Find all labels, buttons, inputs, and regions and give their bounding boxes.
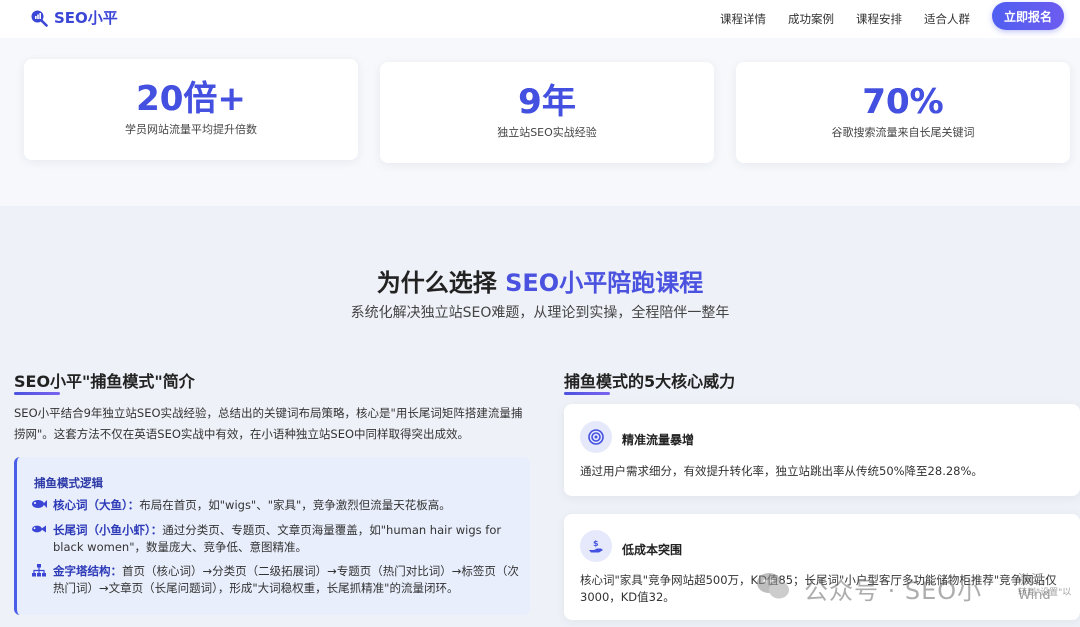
heading-underline — [14, 392, 60, 395]
logic-term: 核心词（大鱼）： — [53, 498, 140, 512]
core-power-heading: 捕鱼模式的5大核心威力 — [564, 372, 736, 391]
watermark-text: 公众号 · SEO小 — [804, 577, 983, 605]
nav-target-audience[interactable]: 适合人群 — [924, 11, 970, 27]
stat-card-longtail: 70% 谷歌搜索流量来自长尾关键词 — [736, 62, 1070, 163]
heading-underline — [564, 392, 610, 395]
stat-card-traffic: 20倍+ 学员网站流量平均提升倍数 — [24, 59, 358, 160]
section-title-highlight: SEO小平陪跑课程 — [505, 269, 704, 297]
fishing-logic-box: 捕鱼模式逻辑 核心词（大鱼）：布局在首页，如"wigs"、"家具"，竞争激烈但流… — [14, 457, 530, 615]
logic-title: 捕鱼模式逻辑 — [34, 476, 103, 490]
stats-section: 20倍+ 学员网站流量平均提升倍数 9年 独立站SEO实战经验 70% 谷歌搜索… — [0, 38, 1080, 206]
brand-name: SEO小平 — [54, 9, 118, 27]
search-chart-icon — [30, 9, 48, 27]
nav-course-schedule[interactable]: 课程安排 — [856, 11, 902, 27]
stat-value: 20倍+ — [24, 79, 358, 119]
logic-text: 首页（核心词）→分类页（二级拓展词）→专题页（热门对比词）→标签页（次热门词）→… — [53, 564, 519, 595]
power-card-precise-traffic: 精准流量暴增 通过用户需求细分，有效提升转化率，独立站跳出率从传统50%降至28… — [564, 404, 1080, 496]
section-title-prefix: 为什么选择 — [376, 269, 506, 297]
wechat-logo-icon — [756, 571, 790, 601]
logic-text: 布局在首页，如"wigs"、"家具"，竞争激烈但流量天花板高。 — [139, 498, 451, 512]
stat-value: 70% — [736, 82, 1070, 122]
logic-term: 金字塔结构： — [53, 564, 122, 578]
fish-icon — [31, 498, 47, 512]
nav-success-cases[interactable]: 成功案例 — [788, 11, 834, 27]
fishing-mode-heading: SEO小平"捕鱼模式"简介 — [14, 372, 195, 391]
stat-label: 独立站SEO实战经验 — [497, 126, 597, 139]
main-nav: 课程详情 成功案例 课程安排 适合人群 — [698, 0, 970, 38]
power-title: 低成本突围 — [622, 543, 683, 557]
logic-row-pyramid: 金字塔结构：首页（核心词）→分类页（二级拓展词）→专题页（热门对比词）→标签页（… — [31, 563, 521, 597]
shrimp-icon — [31, 523, 47, 537]
stat-label: 谷歌搜索流量来自长尾关键词 — [831, 126, 975, 139]
power-desc: 通过用户需求细分，有效提升转化率，独立站跳出率从传统50%降至28.28%。 — [580, 464, 983, 478]
stat-card-experience: 9年 独立站SEO实战经验 — [380, 62, 714, 163]
section-title: 为什么选择 SEO小平陪跑课程 — [0, 263, 1080, 298]
activate-windows-subtext: 转到"设置"以 — [1018, 588, 1072, 598]
enroll-button[interactable]: 立即报名 — [992, 2, 1064, 30]
logic-row-core: 核心词（大鱼）：布局在首页，如"wigs"、"家具"，竞争激烈但流量天花板高。 — [31, 497, 521, 514]
money-hand-icon: $ — [580, 530, 612, 562]
stat-value: 9年 — [380, 82, 714, 122]
stat-label: 学员网站流量平均提升倍数 — [125, 123, 257, 136]
power-title: 精准流量暴增 — [622, 433, 695, 447]
logic-term: 长尾词（小鱼小虾）： — [53, 523, 163, 537]
svg-text:$: $ — [593, 539, 599, 548]
fishing-mode-intro-text: SEO小平结合9年独立站SEO实战经验，总结出的关键词布局策略，核心是"用长尾词… — [14, 406, 523, 441]
section-subtitle: 系统化解决独立站SEO难题，从理论到实操，全程陪伴一整年 — [350, 305, 730, 321]
top-navbar: SEO小平 课程详情 成功案例 课程安排 适合人群 立即报名 — [0, 0, 1080, 38]
logic-row-longtail: 长尾词（小鱼小虾）：通过分类页、专题页、文章页海量覆盖，如"human hair… — [31, 522, 521, 556]
sitemap-icon — [31, 564, 47, 578]
target-icon — [580, 421, 612, 453]
brand-logo[interactable]: SEO小平 — [30, 7, 118, 28]
nav-course-details[interactable]: 课程详情 — [720, 11, 766, 27]
